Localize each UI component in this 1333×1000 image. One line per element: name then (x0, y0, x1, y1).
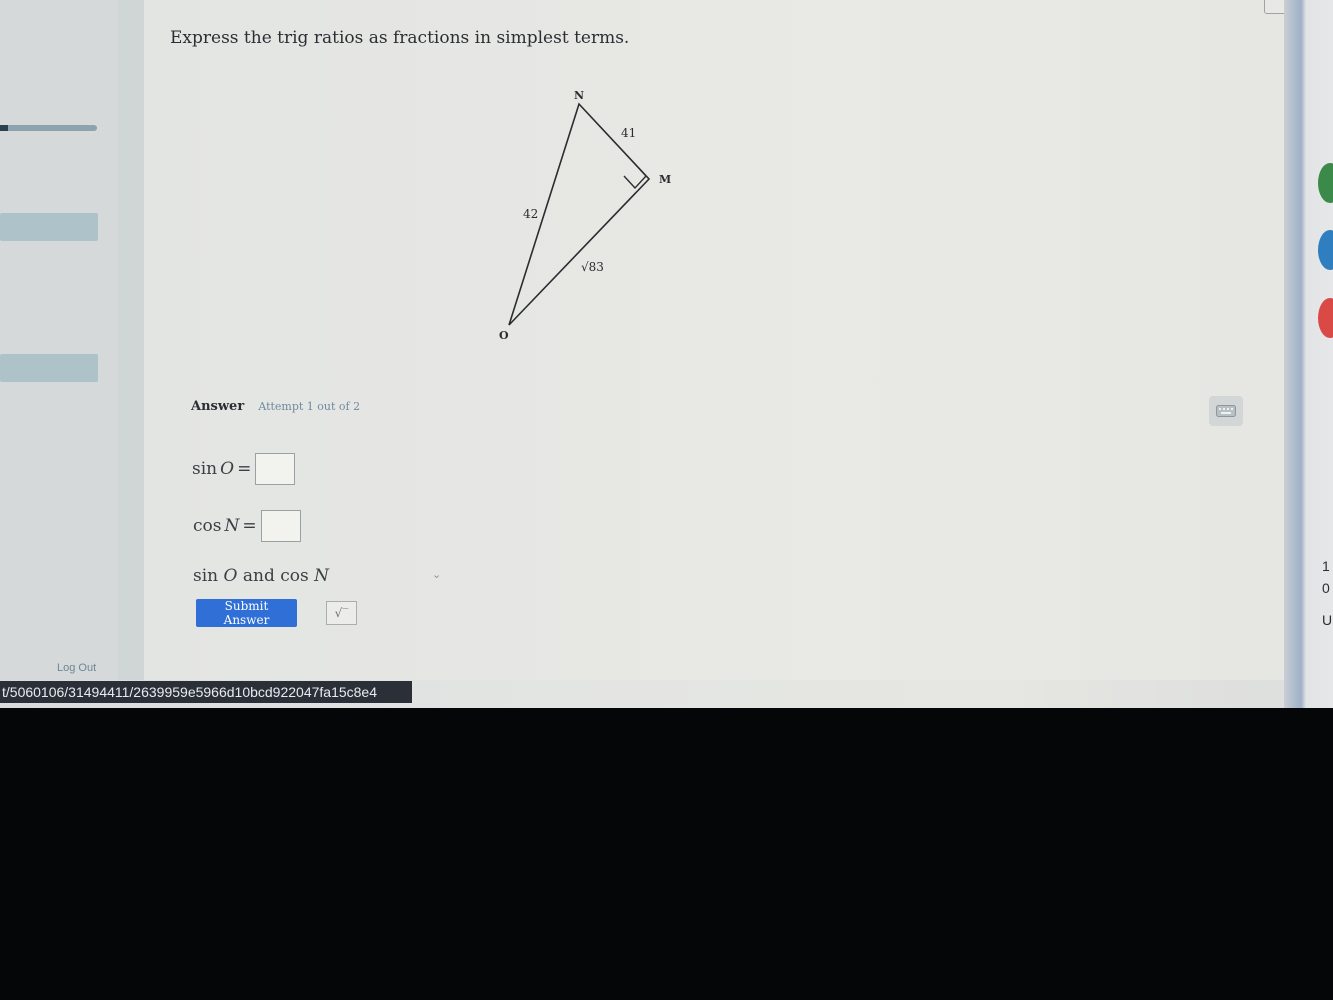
right-side-panel (1284, 0, 1333, 708)
vertex-label-m: M (659, 173, 671, 186)
sidebar: Log Out (0, 0, 118, 680)
var-label: O (220, 459, 235, 479)
sin-o-input[interactable] (255, 453, 296, 485)
sqrt-button[interactable]: √‾ (326, 601, 357, 625)
sqrt-icon: √‾ (334, 606, 349, 620)
func-label: cos (193, 516, 222, 536)
cos-n-equation: cos N = (193, 510, 301, 542)
sidebar-item[interactable] (0, 213, 98, 241)
var-label: O (223, 566, 238, 586)
func-label: cos (280, 566, 309, 586)
status-url: t/5060106/31494411/2639959e5966d10bcd922… (0, 681, 412, 703)
equals-sign: = (237, 459, 252, 479)
screen: Log Out Express the trig ratios as fract… (0, 0, 1333, 708)
side-label-mo: √83 (581, 260, 604, 274)
func-label: sin (193, 566, 219, 586)
right-angle-marker (623, 163, 647, 190)
func-label: sin (192, 459, 218, 479)
triangle-figure: N M O 41 42 √83 (490, 84, 690, 353)
sidebar-item[interactable] (0, 354, 98, 382)
equals-sign: = (242, 516, 257, 536)
vertex-label-o: O (499, 329, 509, 342)
side-label-nm: 41 (621, 126, 636, 140)
keyboard-button[interactable] (1209, 396, 1243, 426)
chevron-down-icon[interactable]: ⌄ (432, 568, 441, 581)
logout-link[interactable]: Log Out (57, 662, 96, 674)
comparison-statement: sin O and cos N (193, 566, 329, 586)
cos-n-input[interactable] (260, 510, 301, 542)
progress-bar (0, 125, 97, 131)
submit-answer-button[interactable]: Submit Answer (196, 599, 297, 627)
progress-indicator (0, 125, 8, 131)
var-label: N (314, 566, 330, 586)
sin-o-equation: sin O = (192, 453, 296, 485)
vertex-label-n: N (574, 89, 584, 102)
side-label-no: 42 (523, 207, 538, 221)
attempt-counter: Attempt 1 out of 2 (258, 400, 361, 413)
answer-header: Answer Attempt 1 out of 2 (191, 399, 360, 414)
side-text: 1 (1322, 558, 1330, 574)
triangle-diagram: N M O 41 42 √83 (499, 89, 671, 342)
sidebar-edge (118, 0, 144, 680)
var-label: N (224, 516, 240, 536)
keyboard-icon (1216, 405, 1236, 417)
side-text: U (1322, 612, 1333, 628)
side-text: 0 (1322, 580, 1330, 596)
answer-label: Answer (191, 399, 245, 414)
conjunction: and (242, 566, 275, 586)
question-prompt: Express the trig ratios as fractions in … (170, 28, 630, 48)
